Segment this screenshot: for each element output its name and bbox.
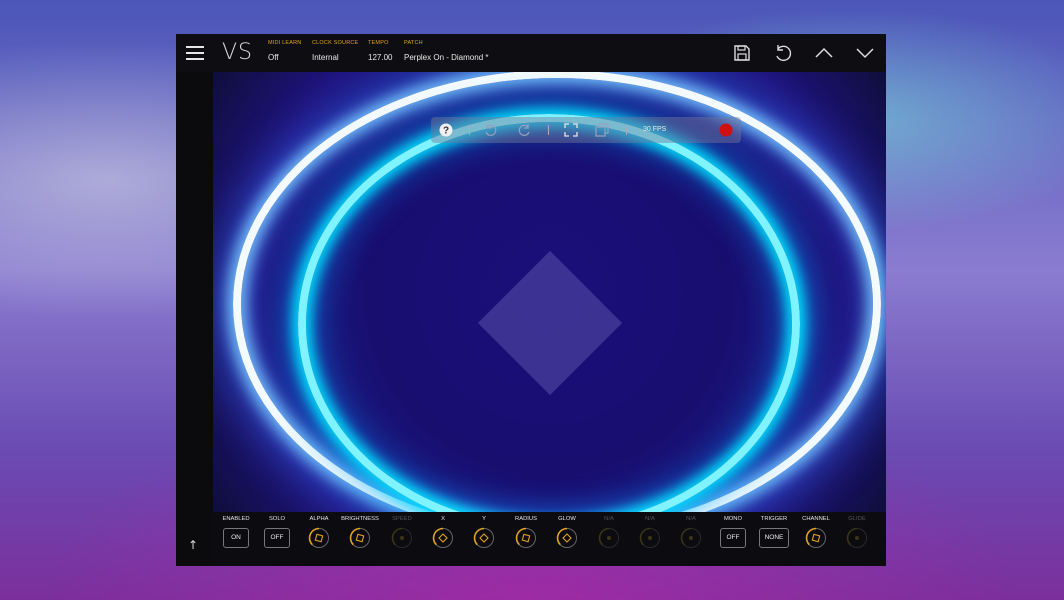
control-label: N/A [604,516,614,522]
control-label: X [441,516,445,522]
speed-knob [391,527,412,548]
n-a-knob [639,527,660,548]
control-n-a-10: N/A [629,516,671,553]
x-knob[interactable] [432,527,454,549]
left-sidebar: ↑ [176,72,213,566]
control-solo-1: SOLO OFF [256,516,298,548]
control-label: SPEED [392,516,412,522]
control-speed-4: SPEED [381,516,423,553]
preview-toolbar: ? 30 FPS [431,117,741,143]
toolbar-divider [469,125,470,135]
control-label: N/A [686,516,696,522]
control-label: GLOW [558,516,576,522]
midi-learn-field[interactable]: MIDI LEARN Off [268,40,301,62]
help-icon[interactable]: ? [439,123,453,137]
control-label: SOLO [268,516,286,522]
toolbar-divider [626,125,627,135]
visual-preview[interactable]: ? 30 FPS [213,72,886,512]
control-label: ENABLED [222,516,250,522]
midi-learn-label: MIDI LEARN [268,40,302,46]
control-n-a-11: N/A [670,516,712,553]
clock-source-value: Internal [312,53,339,62]
control-label: ALPHA [309,516,329,522]
save-icon[interactable] [732,43,752,63]
undo-icon[interactable] [484,123,498,137]
control-label: BRIGHTNESS [341,516,379,522]
chevron-down-icon[interactable] [855,43,875,63]
control-brightness-3: BRIGHTNESS [339,516,381,553]
n-a-knob [680,527,701,548]
control-channel-14: CHANNEL [795,516,837,553]
control-glide-15: GLIDE [836,516,878,553]
control-enabled-0: ENABLED ON [215,516,257,548]
midi-learn-value: Off [268,53,279,62]
toolbar-divider [548,125,549,135]
control-label: CHANNEL [802,516,830,522]
chevron-up-icon[interactable] [814,43,834,63]
control-trigger-13: TRIGGER NONE [753,516,795,548]
control-x-5: X [422,516,464,553]
patch-label: PATCH [404,40,423,46]
control-alpha-2: ALPHA [298,516,340,553]
control-label: GLIDE [848,516,866,522]
control-n-a-9: N/A [588,516,630,553]
control-label: N/A [645,516,655,522]
radius-knob[interactable] [515,527,537,549]
arrow-up-icon[interactable]: ↑ [188,538,198,552]
parameter-bar: ENABLED ON SOLO OFF ALPHA BRIGHTNESS SPEED X Y RA… [213,512,886,566]
top-bar: VS MIDI LEARN Off CLOCK SOURCE Internal … [176,34,886,72]
undo-icon[interactable] [773,43,793,63]
svg-text:?: ? [443,126,449,137]
patch-field[interactable]: PATCH Perplex On - Diamond * [404,40,488,62]
record-icon[interactable] [719,123,733,137]
clock-source-field[interactable]: CLOCK SOURCE Internal [312,40,358,62]
control-label: RADIUS [515,516,537,522]
alpha-knob[interactable] [308,527,330,549]
fps-readout: 30 FPS [643,126,667,133]
control-mono-12: MONO OFF [712,516,754,548]
tempo-value: 127.00 [368,53,393,62]
fullscreen-icon[interactable] [564,123,578,137]
patch-value: Perplex On - Diamond * [404,53,489,62]
duplicate-icon[interactable] [595,123,609,137]
glide-knob [846,527,867,548]
y-knob[interactable] [473,527,495,549]
app-window: VS MIDI LEARN Off CLOCK SOURCE Internal … [176,34,886,566]
brightness-knob[interactable] [349,527,371,549]
tempo-field[interactable]: TEMPO 127.00 [368,40,392,62]
mono-toggle[interactable]: OFF [720,528,746,548]
app-logo: VS [222,40,254,65]
enabled-toggle[interactable]: ON [223,528,249,548]
solo-toggle[interactable]: OFF [264,528,290,548]
clock-source-label: CLOCK SOURCE [312,40,359,46]
control-label: Y [482,516,486,522]
control-radius-7: RADIUS [505,516,547,553]
control-label: MONO [723,516,743,522]
tempo-label: TEMPO [368,40,389,46]
control-glow-8: GLOW [546,516,588,553]
glow-knob[interactable] [556,527,578,549]
redo-icon[interactable] [517,123,531,137]
channel-knob[interactable] [805,527,827,549]
n-a-knob [598,527,619,548]
menu-icon[interactable] [186,46,204,60]
control-y-6: Y [463,516,505,553]
control-label: TRIGGER [760,516,788,522]
trigger-toggle[interactable]: NONE [759,528,789,548]
